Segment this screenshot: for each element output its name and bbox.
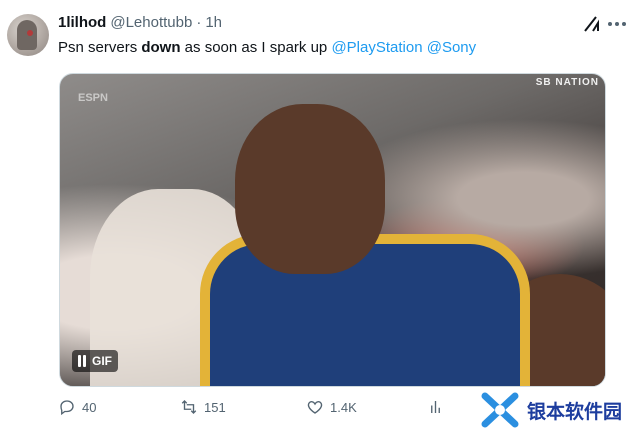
tweet-text-bold: down [141,39,181,56]
mention-playstation[interactable]: @PlayStation [331,39,422,56]
user-handle[interactable]: @Lehottubb [110,14,192,31]
player-head [235,104,385,274]
repost-icon [181,400,197,414]
player-jersey [200,234,530,386]
tweet-text-part: as soon as I spark up [180,39,332,56]
watermark-text: 银本软件园 [526,401,622,423]
reply-icon [60,400,74,416]
more-icon[interactable] [606,14,628,34]
grok-icon[interactable] [582,14,602,34]
views-button[interactable] [428,398,446,416]
gif-badge[interactable]: GIF [72,350,118,372]
reply-count: 40 [82,399,97,415]
mention-sony[interactable]: @Sony [427,39,476,56]
tweet-header: 1lilhod @Lehottubb · 1h [58,14,222,31]
avatar[interactable] [7,14,49,56]
espn-logo: ESPN [78,92,108,104]
timestamp[interactable]: 1h [205,14,222,31]
avatar-accent [27,30,33,36]
separator-dot: · [196,14,202,31]
tweet-text: Psn servers down as soon as I spark up @… [58,38,476,58]
reply-button[interactable]: 40 [58,398,96,416]
watermark-logo-icon [481,392,519,428]
repost-count: 151 [204,399,226,415]
watermark: 银本软件园 [479,390,622,430]
gif-media[interactable]: ESPN SB NATION GIF [59,73,606,387]
display-name[interactable]: 1lilhod [58,14,106,31]
like-button[interactable]: 1.4K [306,398,357,416]
pause-icon[interactable] [78,355,88,367]
like-count: 1.4K [330,399,357,415]
like-icon [307,401,323,414]
gif-label: GIF [92,354,112,368]
tweet-text-part: Psn servers [58,39,142,56]
sb-nation-logo: SB NATION [535,77,599,88]
repost-button[interactable]: 151 [180,398,226,416]
views-icon [431,401,440,413]
